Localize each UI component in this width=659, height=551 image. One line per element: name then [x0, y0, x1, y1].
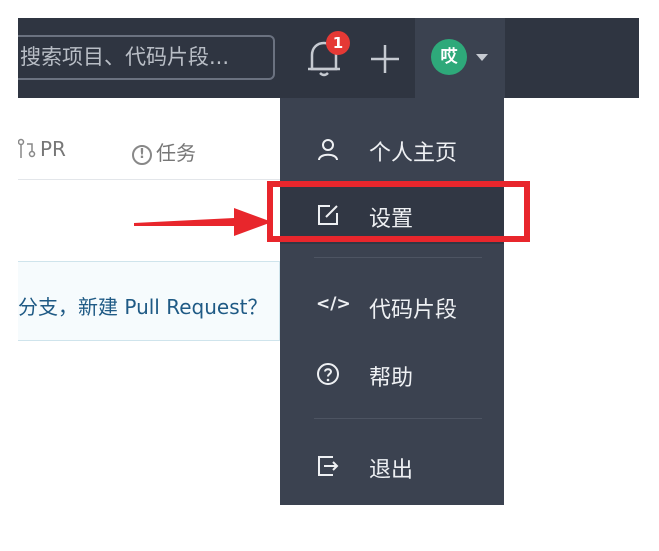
- plus-icon[interactable]: [368, 42, 402, 76]
- menu-divider: [314, 257, 482, 258]
- menu-item-logout[interactable]: 退出: [280, 435, 504, 495]
- tab-pr[interactable]: PR: [17, 137, 66, 161]
- code-icon: </>: [316, 294, 351, 314]
- pr-hint-banner: 分支，新建 Pull Request？: [18, 261, 280, 341]
- tab-pr-label: PR: [40, 137, 66, 161]
- menu-item-snippets[interactable]: </> 代码片段: [280, 275, 504, 335]
- menu-item-profile[interactable]: 个人主页: [280, 118, 504, 178]
- annotation-highlight-box: [267, 181, 530, 242]
- repo-tabs: PR ! 任务: [17, 98, 280, 180]
- pr-hint-text[interactable]: 分支，新建 Pull Request？: [18, 291, 267, 320]
- menu-item-label: 个人主页: [369, 141, 458, 166]
- notification-badge: 1: [326, 31, 350, 55]
- annotation-arrow-icon: [134, 208, 272, 236]
- menu-divider: [314, 418, 482, 419]
- info-circle-icon: !: [132, 145, 152, 165]
- pull-request-icon: [17, 138, 36, 158]
- search-input[interactable]: 搜索项目、代码片段...: [18, 35, 275, 80]
- menu-item-label: 代码片段: [369, 298, 458, 323]
- logout-icon: [318, 456, 339, 476]
- help-icon: [317, 363, 339, 385]
- menu-item-label: 帮助: [369, 366, 414, 391]
- top-navbar: 搜索项目、代码片段... 1 哎: [18, 18, 639, 98]
- user-dropdown-menu: 个人主页 设置 </> 代码片段 帮助 退出: [280, 98, 504, 505]
- user-icon: [318, 139, 338, 161]
- chevron-down-icon: [476, 54, 488, 61]
- menu-item-help[interactable]: 帮助: [280, 343, 504, 403]
- user-menu-toggle[interactable]: 哎: [415, 18, 505, 98]
- avatar[interactable]: 哎: [431, 39, 467, 75]
- menu-item-label: 退出: [369, 458, 414, 483]
- tab-issues-label: 任务: [156, 141, 196, 165]
- tab-issues[interactable]: ! 任务: [132, 137, 196, 166]
